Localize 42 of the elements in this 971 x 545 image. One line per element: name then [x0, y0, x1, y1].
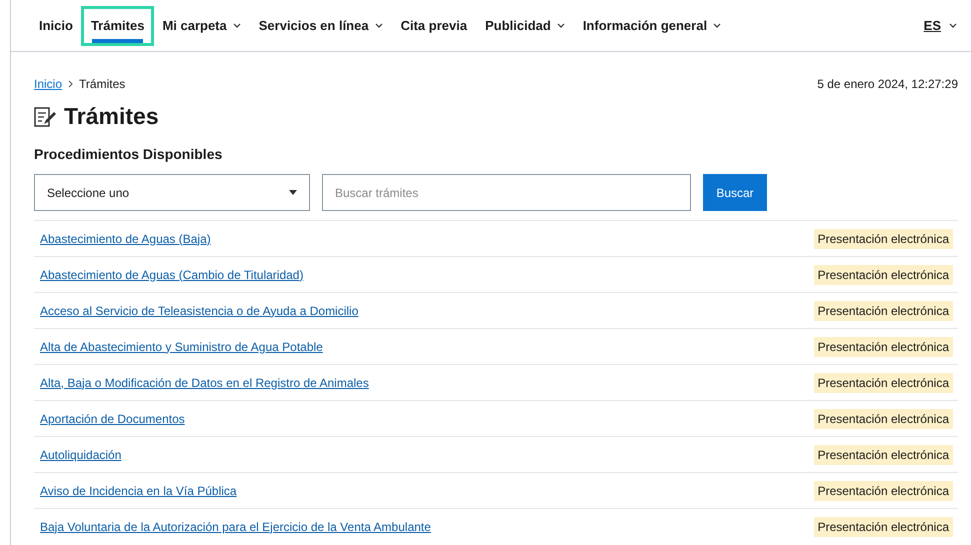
procedure-link[interactable]: Aviso de Incidencia en la Vía Pública: [40, 484, 237, 498]
procedure-link[interactable]: Baja Voluntaria de la Autorización para el Ejercicio de la Venta Ambulante: [40, 520, 431, 534]
procedure-tag: Presentación electrónica: [814, 480, 953, 500]
procedure-tag: Presentación electrónica: [814, 300, 953, 320]
procedure-tag: Presentación electrónica: [814, 444, 953, 464]
procedure-link[interactable]: Alta, Baja o Modificación de Datos en el Registro de Animales: [40, 376, 369, 390]
search-button[interactable]: Buscar: [703, 174, 767, 211]
procedure-tag: Presentación electrónica: [814, 264, 953, 284]
procedure-tag: Presentación electrónica: [814, 228, 953, 248]
chevron-down-icon: [374, 23, 383, 28]
procedure-link[interactable]: Abastecimiento de Aguas (Baja): [40, 232, 211, 246]
nav-tab[interactable]: Mi carpeta: [153, 18, 250, 33]
nav-tab[interactable]: Trámites: [82, 6, 154, 44]
search-field[interactable]: Buscar trámites: [322, 174, 691, 211]
chevron-right-icon: [68, 80, 74, 88]
nav-tab[interactable]: Publicidad: [476, 18, 574, 33]
procedure-tag: Presentación electrónica: [814, 336, 953, 356]
procedure-link[interactable]: Abastecimiento de Aguas (Cambio de Titularidad): [40, 268, 304, 282]
page-title: Trámites: [64, 103, 159, 130]
procedure-link[interactable]: Autoliquidación: [40, 448, 122, 462]
chevron-down-icon: [232, 23, 241, 28]
procedure-tag: Presentación electrónica: [814, 408, 953, 428]
section-title: Procedimientos Disponibles: [34, 146, 224, 162]
category-select[interactable]: Seleccione uno: [34, 174, 310, 211]
procedure-tag: Presentación electrónica: [814, 516, 953, 536]
breadcrumb-link[interactable]: Inicio: [34, 77, 62, 91]
breadcrumb-current: Trámites: [79, 77, 126, 91]
nav-tab[interactable]: Inicio: [30, 18, 82, 33]
chevron-down-icon: [556, 23, 565, 28]
procedure-link[interactable]: Acceso al Servicio de Teleasistencia o de Ayuda a Domicilio: [40, 304, 358, 318]
chevron-down-icon: [949, 23, 957, 28]
procedure-link[interactable]: Alta de Abastecimiento y Suministro de Agua Potable: [40, 340, 323, 354]
nav-tab[interactable]: Servicios en línea: [250, 18, 392, 33]
form-edit-icon: [34, 106, 56, 126]
nav-tab[interactable]: Cita previa: [392, 18, 476, 33]
language-selector[interactable]: ES: [924, 18, 957, 33]
date-time: 5 de enero 2024, 12:27:29: [817, 77, 958, 91]
procedure-tag: Presentación electrónica: [814, 372, 953, 392]
procedure-link[interactable]: Aportación de Documentos: [40, 412, 185, 426]
caret-icon: [289, 190, 297, 195]
chevron-down-icon: [713, 23, 722, 28]
nav-tab[interactable]: Información general: [574, 18, 730, 33]
